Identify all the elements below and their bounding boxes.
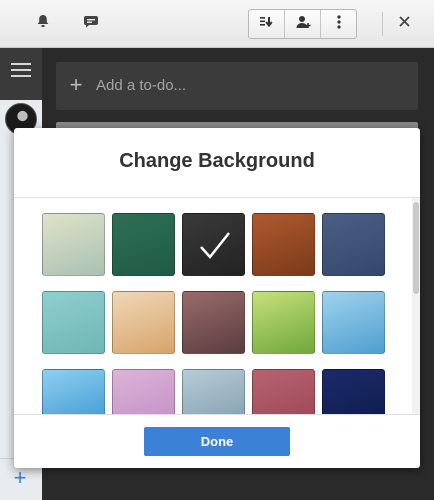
background-swatch-teal[interactable] <box>42 291 105 354</box>
add-todo-placeholder: Add a to-do... <box>96 77 187 94</box>
background-swatch-grass[interactable] <box>252 291 315 354</box>
background-swatch-dark[interactable] <box>182 213 245 276</box>
comment-icon[interactable] <box>82 14 100 32</box>
divider <box>14 414 420 415</box>
background-swatch-slate[interactable] <box>182 369 245 414</box>
done-button[interactable]: Done <box>144 427 290 456</box>
top-toolbar <box>0 0 434 48</box>
background-swatch-tower[interactable] <box>42 213 105 276</box>
checkmark-icon <box>183 214 244 275</box>
add-user-icon <box>295 14 311 35</box>
bell-icon[interactable] <box>34 14 52 32</box>
background-swatch-rose[interactable] <box>252 369 315 414</box>
add-list-icon[interactable]: + <box>10 467 30 489</box>
add-todo-input[interactable]: + Add a to-do... <box>56 62 418 110</box>
background-swatch-raindrops[interactable] <box>322 291 385 354</box>
background-swatch-denim[interactable] <box>322 213 385 276</box>
background-swatch-fur[interactable] <box>182 291 245 354</box>
more-vertical-icon <box>336 14 341 34</box>
background-swatch-wood[interactable] <box>252 213 315 276</box>
background-grid <box>14 198 420 414</box>
background-swatch-pink[interactable] <box>112 369 175 414</box>
modal-title: Change Background <box>119 150 315 172</box>
change-background-modal: Change Background Done <box>14 128 420 468</box>
background-swatch-night[interactable] <box>322 369 385 414</box>
background-swatch-sky[interactable] <box>42 369 105 414</box>
background-swatch-cat[interactable] <box>112 291 175 354</box>
download-button[interactable] <box>249 10 285 38</box>
scrollbar-thumb[interactable] <box>413 202 419 294</box>
toolbar-button-group <box>248 9 357 39</box>
add-user-button[interactable] <box>285 10 321 38</box>
scrollbar[interactable] <box>412 198 420 414</box>
plus-icon: + <box>69 72 83 97</box>
toolbar-separator <box>382 12 383 36</box>
menu-icon[interactable] <box>11 63 31 77</box>
download-icon <box>259 15 275 34</box>
close-icon[interactable] <box>394 12 414 34</box>
background-swatch-green[interactable] <box>112 213 175 276</box>
more-options-button[interactable] <box>321 10 356 38</box>
